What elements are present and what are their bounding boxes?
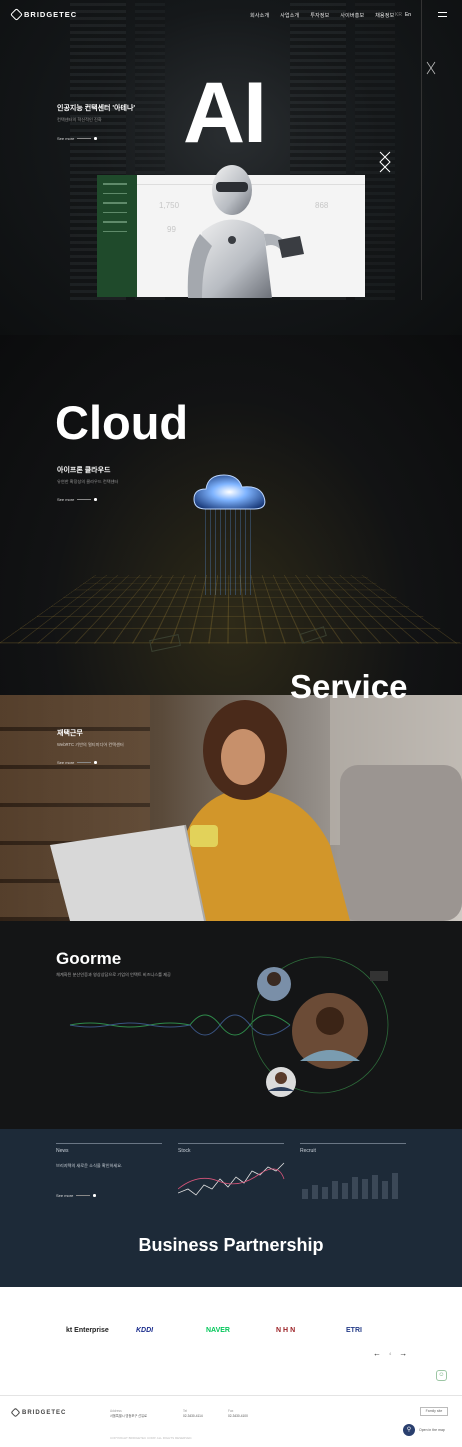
pagination-page: 4 [389,1351,392,1356]
nav-item-business[interactable]: 사업소개 [280,12,299,19]
partner-naver-logo[interactable]: NAVER [206,1327,230,1334]
stock-label[interactable]: Stock [178,1148,284,1154]
site-footer: BRIDGETEC Address 서울특별시 영등포구 선유로 Tel 02-… [0,1395,462,1447]
menu-icon[interactable] [438,12,447,20]
map-pin-icon: ⚲ [403,1424,415,1436]
dashboard-sidebar [97,175,137,297]
stock-column: Stock [178,1143,284,1154]
news-column: News [56,1143,162,1154]
family-site-button[interactable]: Family site [420,1407,448,1416]
open-map-label: Open in the map [419,1428,445,1432]
info-section: News Stock Recruit [0,1129,462,1287]
nav-item-recruit[interactable]: 채용정보 [375,12,394,19]
soundwave-graphic [69,956,389,1097]
nav-item-company[interactable]: 회사소개 [250,12,269,19]
lang-en[interactable]: En [405,12,411,18]
partner-nhn-logo[interactable]: NHN [276,1327,297,1334]
address-value: 서울특별시 영등포구 선유로 [110,1414,147,1418]
divider [421,0,422,300]
footer-logo-text: BRIDGETEC [22,1409,67,1416]
decorative-chip [299,626,327,644]
logo-mark-icon [10,8,23,21]
partner-etri-logo[interactable]: ETRI [346,1327,362,1334]
cloud-subtitle: 유연한 확장성의 클라우드 컨택센터 [57,479,119,484]
decorative-helix-icon [426,61,436,75]
footer-fax: Fax 02-3430-4100 [228,1409,248,1419]
service-subtitle: WebRTC 기반의 멀티미디어 컨택센터 [57,742,124,747]
partner-pagination: ← 4 → [373,1349,407,1358]
cloud-title: 아이프론 클라우드 [57,467,111,474]
prev-arrow-icon[interactable]: ← [373,1349,381,1358]
goorme-section: Goorme 체계화된 분산인증과 영상상담으로 기업의 언택트 비즈니스를 제… [0,921,462,1129]
footer-tel: Tel 02-3430-4114 [183,1409,203,1419]
recruit-label[interactable]: Recruit [300,1148,406,1154]
language-switch: KR En [395,12,411,18]
robot-illustration [187,165,304,298]
tel-value: 02-3430-4114 [183,1414,203,1418]
footer-address: Address 서울특별시 영등포구 선유로 [110,1409,147,1419]
ai-subtitle: 컨택센터의 혁신적인 진화 [57,117,102,122]
news-see-more[interactable]: See more [56,1193,96,1198]
ai-heading: AI [183,65,267,161]
recruit-column: Recruit [300,1143,406,1154]
partner-kt-logo[interactable]: kt Enterprise [66,1327,109,1334]
see-more-label: See more [57,760,75,765]
ai-see-more[interactable]: See more [57,136,97,141]
cloud-section [0,335,462,695]
lang-kr[interactable]: KR [395,12,402,18]
circuit-floor-bg [0,574,462,644]
cloud-heading: Cloud [55,396,189,449]
see-more-label: See more [57,497,75,502]
nav-item-cyber-pr[interactable]: 사이버홍보 [340,12,364,19]
ai-title: 인공지능 컨택센터 '아테나' [57,105,136,112]
stock-chart [178,1162,285,1196]
cloud-icon [193,474,266,510]
service-heading: Service [290,668,408,705]
chat-icon[interactable]: ☺ [436,1370,447,1381]
decorative-dna-icon [379,151,391,173]
open-map-link[interactable]: ⚲ Open in the map [403,1424,445,1436]
see-more-label: See more [57,136,75,141]
cloud-see-more[interactable]: See more [57,497,97,502]
footer-logo[interactable]: BRIDGETEC [10,1407,67,1418]
partners-section: kt Enterprise KDDI NAVER NHN ETRI ← 4 → … [0,1287,462,1395]
news-label[interactable]: News [56,1148,162,1154]
service-see-more[interactable]: See more [57,760,97,765]
logo-text: BRIDGETEC [24,10,78,19]
logo-mark-icon [10,1407,21,1418]
business-partnership-title: Business Partnership [138,1235,324,1255]
partner-kddi-logo[interactable]: KDDI [136,1327,153,1334]
news-text[interactable]: 브리지텍의 새로운 소식을 확인하세요. [56,1163,122,1169]
see-more-label: See more [56,1193,74,1198]
site-header: BRIDGETEC 회사소개 사업소개 투자정보 사이버홍보 채용정보 KR E… [0,0,462,32]
main-nav: 회사소개 사업소개 투자정보 사이버홍보 채용정보 [250,12,394,19]
logo[interactable]: BRIDGETEC [10,8,78,21]
next-arrow-icon[interactable]: → [399,1349,407,1358]
copyright: COPYRIGHT BRIDGETEC CORP. ALL RIGHTS RES… [110,1436,193,1440]
fax-value: 02-3430-4100 [228,1414,248,1418]
nav-item-investment[interactable]: 투자정보 [310,12,329,19]
recruit-bars [302,1173,398,1199]
service-title: 재택근무 [57,730,83,737]
